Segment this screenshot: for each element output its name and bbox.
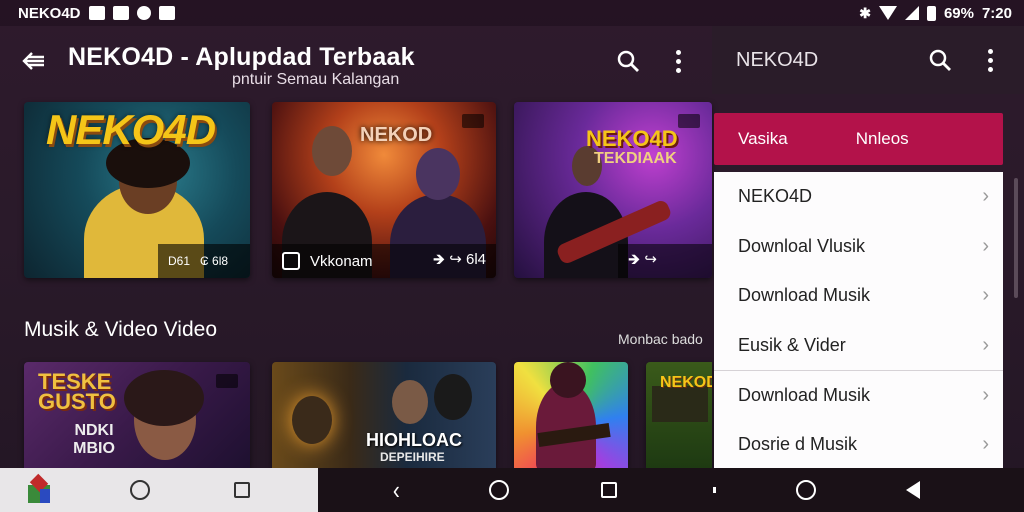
drawer-item-label: Download Musik [738, 384, 871, 405]
card-subtitle: TEKDIAAK [594, 150, 677, 167]
notification-icon [112, 6, 129, 20]
search-icon[interactable] [608, 41, 648, 81]
drawer-tabs: Vasika Nnleos [714, 113, 1003, 165]
app-bar: NEKO4D - Aplupdad Terbaak pntuir Semau K… [0, 26, 712, 96]
video-card[interactable]: NEKOD [646, 362, 712, 468]
chevron-right-icon: › [982, 383, 989, 406]
clock: 7:20 [981, 4, 1012, 22]
card-badge: D61 [168, 254, 191, 268]
card-title: NEKOD [660, 374, 712, 391]
home-button[interactable] [795, 480, 816, 500]
featured-card[interactable]: NEKO4D TEKDIAAK 🡺 ↪ [514, 102, 712, 278]
mail-icon [158, 6, 175, 20]
wifi-icon [878, 6, 897, 20]
drawer-item[interactable]: Download Musik › [714, 370, 1003, 420]
video-card[interactable]: HIOHLOAC DEPEIHIRE [272, 362, 496, 468]
home-button[interactable] [488, 480, 509, 500]
scrollbar[interactable] [1014, 178, 1018, 298]
recents-button[interactable] [600, 482, 617, 498]
chevron-right-icon: › [982, 284, 989, 307]
page-subtitle: pntuir Semau Kalangan [232, 71, 400, 88]
drawer-item-label: Download Musik [738, 285, 871, 306]
section-title: Musik & Video Video [24, 318, 218, 341]
chevron-right-icon: › [982, 432, 989, 455]
chevron-right-icon: › [982, 234, 989, 257]
signal-icon [904, 6, 919, 20]
card-caption: Vkkonam [310, 252, 373, 270]
notification-icon [88, 6, 105, 20]
back-triangle-icon[interactable] [905, 481, 920, 499]
card-title: NEKO4D [46, 106, 216, 153]
navigation-bar: ‹ [0, 468, 1024, 512]
drawer-item[interactable]: Downloal Vlusik › [714, 222, 1003, 272]
drawer-title: NEKO4D [736, 48, 819, 71]
page-title: NEKO4D - Aplupdad Terbaak [68, 43, 415, 71]
card-title: TESKE GUSTO [38, 369, 116, 414]
more-options-icon[interactable] [658, 41, 698, 81]
bluetooth-icon: ✱ [859, 4, 871, 21]
more-options-icon[interactable] [970, 40, 1010, 80]
drawer-header: NEKO4D [712, 26, 1024, 94]
hd-badge-icon [216, 374, 238, 388]
recents-button[interactable] [234, 482, 250, 498]
card-meta: 🡺 ↪ 6l4 [432, 250, 486, 268]
sync-icon [136, 6, 151, 20]
status-app-name: NEKO4D [18, 4, 81, 22]
featured-card[interactable]: NEKO4D D61 ₢ 6l8 [24, 102, 250, 278]
video-card[interactable] [514, 362, 628, 468]
card-title: NEKOD [360, 124, 433, 146]
drawer-item[interactable]: Eusik & Vider › [714, 321, 1003, 371]
battery-icon [926, 5, 936, 21]
home-button[interactable] [130, 480, 150, 500]
tab-nnleos[interactable]: Nnleos [832, 129, 933, 149]
card-subtitle: DEPEIHIRE [380, 450, 445, 464]
card-meta: 🡺 ↪ [628, 250, 657, 268]
nav-left-panel [0, 468, 318, 512]
video-card[interactable]: TESKE GUSTO NDKI MBIO [24, 362, 250, 468]
back-arrow-icon[interactable] [20, 47, 48, 75]
chevron-right-icon: › [982, 333, 989, 356]
status-bar: NEKO4D ✱ 69% 7:20 [0, 0, 1024, 26]
hd-badge-icon [462, 114, 484, 128]
drawer-item-label: Dosrie d Musik [738, 433, 858, 454]
drawer-item[interactable]: Download Musik › [714, 271, 1003, 321]
drawer-item-label: NEKO4D [738, 186, 813, 207]
card-subtitle: NDKI MBIO [73, 422, 115, 457]
drawer-menu: NEKO4D › Downloal Vlusik › Download Musi… [714, 172, 1003, 468]
play-icon [282, 252, 300, 270]
drawer-item[interactable]: Dosrie d Musik › [714, 420, 1003, 470]
drawer-item[interactable]: NEKO4D › [714, 172, 1003, 222]
see-more-link[interactable]: Monbac bado [618, 331, 703, 347]
dot-indicator [712, 487, 716, 493]
card-title: HIOHLOAC [366, 430, 462, 450]
chevron-right-icon: › [982, 185, 989, 208]
card-meta: ₢ 6l8 [200, 254, 229, 268]
drawer-item-label: Eusik & Vider [738, 334, 846, 355]
search-icon[interactable] [920, 40, 960, 80]
app-launcher-icon[interactable] [26, 473, 52, 503]
battery-percent: 69% [943, 4, 974, 22]
card-title: NEKO4D [586, 126, 678, 151]
drawer-item-label: Downloal Vlusik [738, 235, 866, 256]
hd-badge-icon [678, 114, 700, 128]
back-button[interactable]: ‹ [392, 475, 401, 506]
tab-vasika[interactable]: Vasika [714, 129, 812, 149]
featured-card[interactable]: NEKOD Vkkonam 🡺 ↪ 6l4 [272, 102, 496, 278]
